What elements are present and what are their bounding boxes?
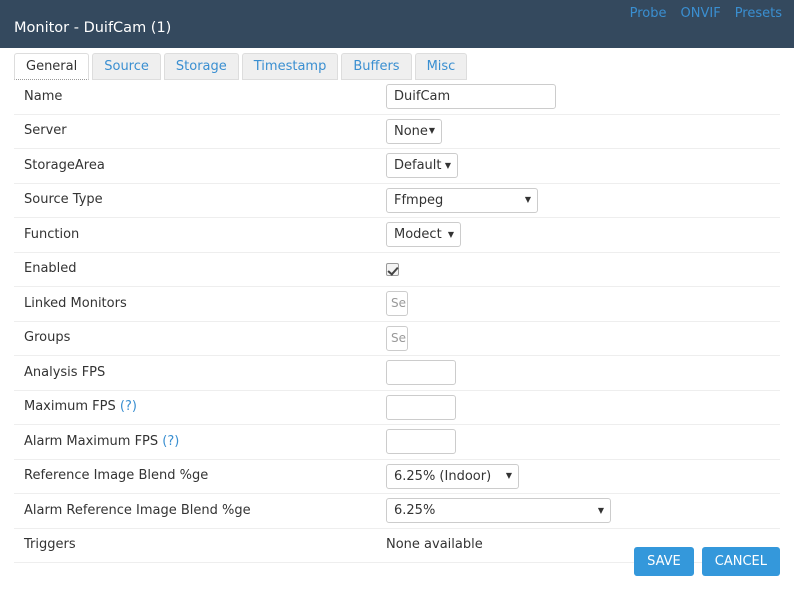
name-input[interactable] bbox=[386, 84, 556, 110]
tab-buffers[interactable]: Buffers bbox=[341, 53, 412, 80]
tab-bar: General Source Storage Timestamp Buffers… bbox=[14, 53, 468, 80]
page-title: Monitor - DuifCam (1) bbox=[14, 20, 172, 36]
alarm-maximum-fps-input[interactable] bbox=[386, 429, 456, 455]
label-alarm-reference-image-blend: Alarm Reference Image Blend %ge bbox=[24, 502, 251, 518]
label-storage-area: StorageArea bbox=[24, 157, 105, 173]
control-name bbox=[386, 84, 780, 110]
groups-select[interactable]: Select bbox=[386, 325, 408, 351]
alarm-reference-image-blend-select[interactable]: 6.25% ▼ bbox=[386, 498, 611, 524]
tab-general[interactable]: General bbox=[14, 53, 90, 80]
function-select-value: Modect bbox=[394, 227, 442, 243]
header-link-presets[interactable]: Presets bbox=[735, 6, 782, 21]
reference-image-blend-value: 6.25% (Indoor) bbox=[394, 468, 492, 484]
chevron-down-icon: ▼ bbox=[444, 160, 451, 170]
reference-image-blend-select[interactable]: 6.25% (Indoor) ▼ bbox=[386, 463, 519, 489]
server-select[interactable]: None ▼ bbox=[386, 118, 442, 144]
linked-monitors-select[interactable]: Select bbox=[386, 291, 408, 317]
label-alarm-maximum-fps: Alarm Maximum FPS (?) bbox=[14, 434, 386, 450]
control-maximum-fps bbox=[386, 394, 780, 420]
control-linked-monitors: Select bbox=[386, 291, 780, 317]
monitor-settings-form: Name Server None ▼ StorageArea Default ▼… bbox=[0, 80, 794, 563]
source-type-select-value: Ffmpeg bbox=[394, 192, 444, 208]
tab-storage[interactable]: Storage bbox=[163, 53, 239, 80]
control-enabled bbox=[386, 262, 780, 276]
control-reference-image-blend: 6.25% (Indoor) ▼ bbox=[386, 463, 780, 489]
header-link-probe[interactable]: Probe bbox=[630, 6, 667, 21]
chevron-down-icon: ▼ bbox=[524, 195, 531, 205]
label-maximum-fps-text: Maximum FPS bbox=[24, 399, 116, 415]
chevron-down-icon: ▼ bbox=[428, 126, 435, 136]
enabled-checkbox[interactable] bbox=[386, 262, 399, 276]
row-alarm-reference-image-blend: Alarm Reference Image Blend %ge 6.25% ▼ bbox=[14, 494, 780, 529]
header-links: Probe ONVIF Presets bbox=[630, 6, 782, 21]
alarm-maximum-fps-help-icon[interactable]: (?) bbox=[162, 434, 179, 449]
maximum-fps-help-icon[interactable]: (?) bbox=[120, 399, 137, 414]
row-linked-monitors: Linked Monitors Select bbox=[14, 287, 780, 322]
label-function: Function bbox=[24, 226, 80, 242]
source-type-select[interactable]: Ffmpeg ▼ bbox=[386, 187, 538, 213]
control-server: None ▼ bbox=[386, 118, 780, 144]
label-server: Server bbox=[24, 123, 67, 139]
page-header: Monitor - DuifCam (1) Probe ONVIF Preset… bbox=[0, 0, 794, 48]
maximum-fps-input[interactable] bbox=[386, 394, 456, 420]
row-source-type: Source Type Ffmpeg ▼ bbox=[14, 184, 780, 218]
label-triggers: Triggers bbox=[24, 537, 76, 553]
tab-misc[interactable]: Misc bbox=[414, 53, 468, 80]
triggers-value: None available bbox=[386, 537, 483, 553]
label-reference-image-blend: Reference Image Blend %ge bbox=[24, 468, 209, 484]
form-actions: SAVE CANCEL bbox=[634, 547, 780, 576]
function-select[interactable]: Modect ▼ bbox=[386, 222, 461, 248]
row-groups: Groups Select bbox=[14, 322, 780, 356]
control-storage-area: Default ▼ bbox=[386, 153, 780, 179]
row-enabled: Enabled bbox=[14, 253, 780, 287]
chevron-down-icon: ▼ bbox=[505, 471, 512, 481]
label-analysis-fps: Analysis FPS bbox=[24, 364, 106, 380]
label-enabled: Enabled bbox=[24, 261, 77, 277]
tab-source[interactable]: Source bbox=[92, 53, 161, 80]
analysis-fps-input[interactable] bbox=[386, 360, 456, 386]
row-alarm-maximum-fps: Alarm Maximum FPS (?) bbox=[14, 425, 780, 460]
tab-timestamp[interactable]: Timestamp bbox=[241, 53, 339, 80]
control-source-type: Ffmpeg ▼ bbox=[386, 187, 780, 213]
server-select-value: None bbox=[394, 123, 428, 139]
row-server: Server None ▼ bbox=[14, 115, 780, 149]
control-alarm-maximum-fps bbox=[386, 429, 780, 455]
control-analysis-fps bbox=[386, 360, 780, 386]
control-groups: Select bbox=[386, 325, 780, 351]
label-maximum-fps: Maximum FPS (?) bbox=[14, 399, 386, 415]
cancel-button[interactable]: CANCEL bbox=[701, 547, 780, 576]
chevron-down-icon: ▼ bbox=[447, 229, 454, 239]
groups-select-value: Select bbox=[391, 330, 408, 345]
row-function: Function Modect ▼ bbox=[14, 218, 780, 253]
control-function: Modect ▼ bbox=[386, 222, 780, 248]
header-link-onvif[interactable]: ONVIF bbox=[681, 6, 721, 21]
save-button[interactable]: SAVE bbox=[634, 547, 694, 576]
row-reference-image-blend: Reference Image Blend %ge 6.25% (Indoor)… bbox=[14, 460, 780, 494]
row-name: Name bbox=[14, 80, 780, 115]
linked-monitors-select-value: Select bbox=[391, 296, 408, 311]
row-analysis-fps: Analysis FPS bbox=[14, 356, 780, 391]
control-alarm-reference-image-blend: 6.25% ▼ bbox=[386, 498, 780, 524]
storage-area-select-value: Default bbox=[394, 158, 442, 174]
alarm-reference-image-blend-value: 6.25% bbox=[394, 503, 436, 519]
label-linked-monitors: Linked Monitors bbox=[24, 295, 127, 311]
row-maximum-fps: Maximum FPS (?) bbox=[14, 391, 780, 425]
label-alarm-maximum-fps-text: Alarm Maximum FPS bbox=[24, 433, 159, 449]
row-storage-area: StorageArea Default ▼ bbox=[14, 149, 780, 184]
label-groups: Groups bbox=[24, 330, 71, 346]
label-source-type: Source Type bbox=[24, 192, 103, 208]
storage-area-select[interactable]: Default ▼ bbox=[386, 153, 458, 179]
chevron-down-icon: ▼ bbox=[597, 505, 604, 515]
label-name: Name bbox=[24, 88, 63, 104]
